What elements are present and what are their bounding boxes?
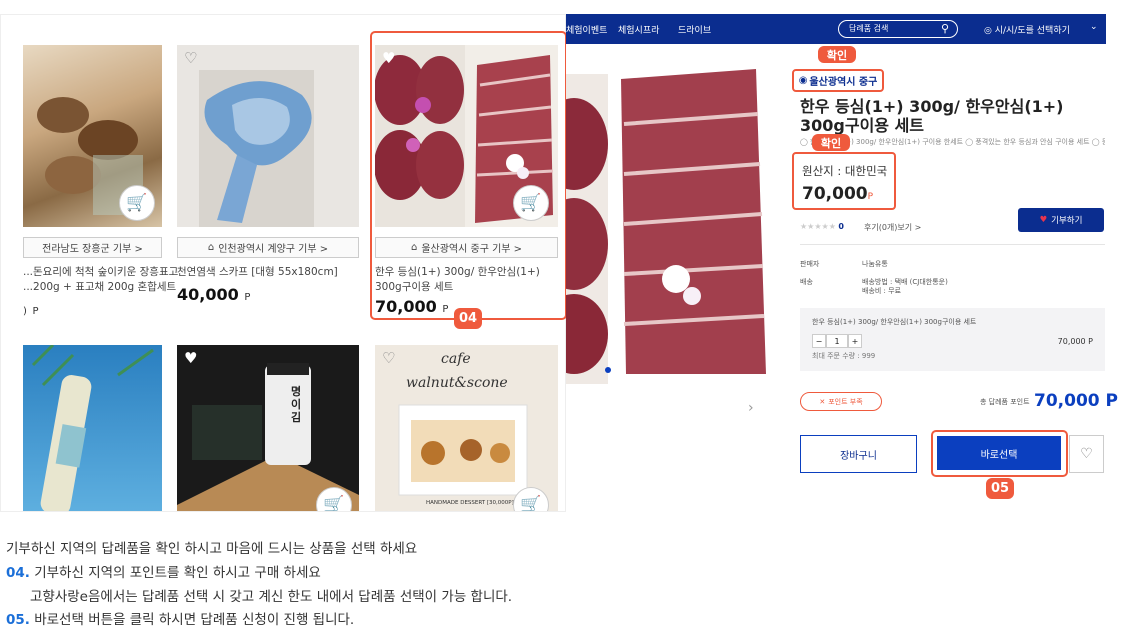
shipping-fee: 배송비 : 무료	[862, 287, 902, 295]
close-icon: ✕	[819, 397, 826, 406]
buy-now-button[interactable]: 바로선택	[937, 436, 1061, 470]
option-name: 한우 등심(1+) 300g/ 한우안심(1+) 300g구이용 세트	[812, 318, 977, 326]
chevron-right-icon[interactable]: ›	[748, 400, 754, 416]
location-pin-icon: ◉	[798, 75, 808, 86]
product-title: 한우 등심(1+) 300g/ 한우안심(1+) 300g구이용 세트	[800, 97, 1064, 135]
seller-label: 판매자	[800, 260, 820, 268]
check-badge: 확인	[812, 134, 850, 151]
product-image-wine[interactable]	[23, 345, 162, 511]
plus-icon[interactable]: +	[848, 334, 862, 348]
point-shortage-button[interactable]: ✕ 포인트 부족	[800, 392, 882, 411]
quantity-stepper[interactable]: − 1 +	[812, 334, 862, 348]
region-label: ◉ 울산광역시 중구	[792, 69, 884, 92]
location-icon: ⌂	[207, 242, 215, 253]
instruction-step-05: 05. 바로선택 버튼을 클릭 하시면 답례품 신청이 진행 됩니다.	[6, 612, 355, 628]
seller-value: 나눔유통	[862, 260, 888, 268]
rating-stars: ★★★★★ 0	[800, 222, 844, 231]
nav-item[interactable]: 드라이브	[678, 23, 711, 36]
product-price: 70,000P	[802, 184, 874, 204]
selected-option-box: 한우 등심(1+) 300g/ 한우안심(1+) 300g구이용 세트 − 1 …	[800, 308, 1105, 371]
add-to-cart-icon[interactable]: 🛒	[119, 185, 155, 221]
option-price: 70,000 P	[1057, 337, 1093, 346]
heart-map-icon: ♥	[1039, 215, 1048, 225]
origin-text: 원산지 : 대한민국	[802, 164, 888, 178]
region-selector[interactable]: ◎ 시/시/도를 선택하기	[984, 23, 1070, 36]
shipping-label: 배송	[800, 278, 813, 286]
total-label: 총 답례품 포인트	[980, 398, 1030, 406]
check-badge: 확인	[818, 46, 856, 63]
highlight-box-04	[370, 31, 567, 320]
wishlist-heart-icon[interactable]: ♡	[382, 349, 395, 367]
quantity-value[interactable]: 1	[826, 334, 848, 348]
cafe-subtitle: walnut&scone	[406, 375, 508, 391]
instruction-step-04: 04. 기부하신 지역의 포인트를 확인 하시고 구매 하세요	[6, 565, 321, 581]
region-tag[interactable]: 전라남도 장흥군 기부 >	[23, 237, 162, 258]
product-name[interactable]: ...돈요리에 척척 숲이키운 장흥표고 ...200g + 표고채 200g …	[23, 265, 178, 295]
wine-bottle-illustration	[31, 345, 154, 511]
cafe-footer: HANDMADE DESSERT [30,000P]	[426, 500, 514, 506]
nav-item[interactable]: 체험시프라	[618, 23, 659, 36]
cafe-title: cafe	[441, 351, 471, 367]
wishlist-heart-icon[interactable]: ♡	[1069, 435, 1104, 473]
step-badge-04: 04	[454, 308, 482, 329]
price-highlight-box: 원산지 : 대한민국 70,000P	[792, 152, 896, 210]
product-name[interactable]: 천연염색 스카프 [대형 55x180cm]	[177, 265, 359, 280]
top-nav-bar: 체험이벤트 체험시프라 드라이브 답례품 검색 ⚲ ◎ 시/시/도를 선택하기 …	[566, 14, 1106, 44]
product-image-scarf[interactable]	[177, 45, 359, 227]
product-gallery[interactable]	[566, 44, 790, 384]
total-points: 70,000 P	[1034, 391, 1118, 411]
product-price: 40,000 P	[177, 285, 251, 304]
seaweed-label: 명이김	[291, 385, 302, 424]
step-badge-05: 05	[986, 478, 1014, 499]
region-tag[interactable]: ⌂ 인천광역시 계양구 기부 >	[177, 237, 359, 258]
instruction-note: 고향사랑e음에서는 답례품 선택 시 갖고 계신 한도 내에서 답례품 선택이 …	[30, 589, 513, 605]
product-price: ) P	[23, 306, 39, 317]
search-input[interactable]: 답례품 검색 ⚲	[838, 20, 958, 38]
donate-button[interactable]: ♥ 기부하기	[1018, 208, 1104, 232]
reviews-link[interactable]: 후기(0개)보기 >	[864, 222, 921, 233]
search-icon[interactable]: ⚲	[941, 21, 949, 37]
wishlist-heart-icon[interactable]: ♡	[184, 49, 197, 67]
nav-item[interactable]: 체험이벤트	[566, 23, 607, 36]
max-quantity: 최대 주문 수량 : 999	[812, 352, 876, 360]
beef-main-image	[566, 44, 790, 384]
divider	[800, 244, 1105, 245]
scarf-illustration	[199, 70, 314, 227]
chevron-down-icon[interactable]: ⌄	[1090, 22, 1098, 32]
highlight-box-05: 바로선택	[931, 430, 1068, 477]
minus-icon[interactable]: −	[812, 334, 826, 348]
wishlist-heart-icon[interactable]: ♥	[184, 349, 197, 367]
cart-button[interactable]: 장바구니	[800, 435, 917, 473]
instruction-line: 기부하신 지역의 답례품을 확인 하시고 마음에 드시는 상품을 선택 하세요	[6, 541, 418, 557]
